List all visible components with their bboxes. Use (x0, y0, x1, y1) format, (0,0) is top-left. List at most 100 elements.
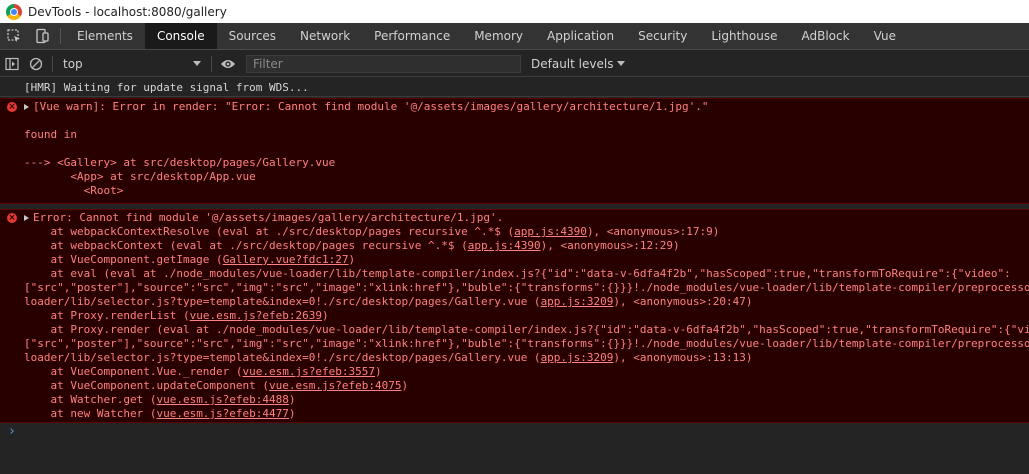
stack-frame: at eval (eval at ./node_modules/vue-load… (24, 267, 1029, 281)
stack-frame-text: loader/lib/selector.js?type=template&ind… (24, 295, 541, 308)
clear-console-icon[interactable] (24, 51, 48, 77)
stack-frame-text: at webpackContext (eval at ./src/desktop… (24, 239, 468, 252)
vue-warn-line-text: ---> <Gallery> at src/desktop/pages/Gall… (24, 156, 336, 169)
expand-triangle-icon (24, 104, 29, 110)
vue-warn-line: ---> <Gallery> at src/desktop/pages/Gall… (24, 156, 1029, 170)
stack-frame: at VueComponent.updateComponent (vue.esm… (24, 379, 1029, 393)
stack-frame-suffix: ) (375, 365, 382, 378)
expand-triangle-icon (24, 215, 29, 221)
stack-frame: ["src","poster"],"source":"src","img":"s… (24, 337, 1029, 351)
eye-icon[interactable] (216, 51, 240, 77)
console-output: [HMR] Waiting for update signal from WDS… (0, 78, 1029, 474)
inspect-element-icon[interactable] (0, 23, 28, 49)
stack-frame-suffix: ) (288, 407, 296, 420)
chevron-down-icon (617, 60, 626, 66)
source-link[interactable]: app.js:3209 (541, 295, 614, 308)
stack-frame-text: at VueComponent.updateComponent ( (24, 379, 270, 392)
source-link[interactable]: app.js:3209 (541, 351, 614, 364)
console-message-error[interactable]: × [Vue warn]: Error in render: "Error: C… (0, 98, 1029, 204)
source-link[interactable]: vue.esm.js?efeb:2639 (190, 309, 322, 322)
toolbar-divider (211, 55, 212, 72)
console-toolbar: top Default levels (0, 51, 1029, 77)
tab-vue[interactable]: Vue (862, 23, 908, 49)
stack-frame-text: at VueComponent.getImage ( (24, 253, 223, 266)
stack-frame-suffix: ), <anonymous>:20:47) (613, 295, 753, 308)
tab-application[interactable]: Application (535, 23, 626, 49)
tab-memory[interactable]: Memory (462, 23, 535, 49)
source-link[interactable]: vue.esm.js?efeb:4075 (269, 379, 401, 392)
tab-performance[interactable]: Performance (362, 23, 462, 49)
vue-warn-message: [Vue warn]: Error in render: "Error: Can… (24, 100, 1029, 198)
stack-frame-text: at Proxy.render (eval at ./node_modules/… (24, 323, 1029, 336)
tab-bar-divider (60, 28, 61, 44)
prompt-chevron-icon: › (8, 424, 16, 439)
vue-warn-line: [Vue warn]: Error in render: "Error: Can… (24, 100, 1029, 114)
tab-lighthouse[interactable]: Lighthouse (699, 23, 789, 49)
console-message-error[interactable]: × Error: Cannot find module '@/assets/im… (0, 209, 1029, 423)
tab-elements[interactable]: Elements (65, 23, 145, 49)
source-link[interactable]: vue.esm.js?efeb:3557 (243, 365, 375, 378)
window-title: DevTools - localhost:8080/gallery (28, 4, 227, 19)
vue-warn-line-text: <Root> (24, 184, 124, 197)
context-selector[interactable]: top (57, 54, 207, 74)
error-headline[interactable]: Error: Cannot find module '@/assets/imag… (24, 211, 1029, 225)
log-levels-dropdown[interactable]: Default levels (531, 56, 626, 71)
source-link[interactable]: vue.esm.js?efeb:4477 (156, 407, 288, 420)
vue-warn-line-text: found in (24, 128, 77, 141)
stack-frame-text: ["src","poster"],"source":"src","img":"s… (24, 337, 1029, 350)
sidebar-toggle-icon[interactable] (0, 51, 24, 77)
tab-adblock[interactable]: AdBlock (790, 23, 862, 49)
stack-frame: ["src","poster"],"source":"src","img":"s… (24, 281, 1029, 295)
log-levels-label: Default levels (531, 56, 614, 71)
stack-frame: at VueComponent.Vue._render (vue.esm.js?… (24, 365, 1029, 379)
stack-frame-suffix: ) (288, 393, 296, 406)
chrome-logo-icon (6, 3, 22, 20)
tab-security[interactable]: Security (626, 23, 699, 49)
vue-warn-line: found in (24, 128, 1029, 142)
stack-frame-suffix: ), <anonymous>:12:29) (540, 239, 680, 252)
tab-network[interactable]: Network (288, 23, 362, 49)
vue-warn-line: <Root> (24, 184, 1029, 198)
vue-warn-line-text: [Vue warn]: Error in render: "Error: Can… (33, 100, 709, 113)
vue-warn-line-text: <App> at src/desktop/App.vue (24, 170, 256, 183)
stack-frame-text: at webpackContextResolve (eval at ./src/… (24, 225, 515, 238)
stack-frame-text: at eval (eval at ./node_modules/vue-load… (24, 267, 1011, 280)
tab-list: Elements Console Sources Network Performance… (65, 23, 908, 49)
error-headline-text: Error: Cannot find module '@/assets/imag… (33, 211, 504, 224)
error-stack-trace: at webpackContextResolve (eval at ./src/… (24, 225, 1029, 421)
stack-frame-text: loader/lib/selector.js?type=template&ind… (24, 351, 541, 364)
stack-frame-suffix: ), <anonymous>:13:13) (613, 351, 753, 364)
vue-warn-line: <App> at src/desktop/App.vue (24, 170, 1029, 184)
stack-frame: at webpackContext (eval at ./src/desktop… (24, 239, 1029, 253)
source-link[interactable]: app.js:4390 (514, 225, 587, 238)
stack-frame: at webpackContextResolve (eval at ./src/… (24, 225, 1029, 239)
source-link[interactable]: app.js:4390 (468, 239, 541, 252)
stack-frame: loader/lib/selector.js?type=template&ind… (24, 351, 1029, 365)
stack-frame-suffix: ), <anonymous>:17:9) (586, 225, 720, 238)
tab-sources[interactable]: Sources (217, 23, 288, 49)
stack-frame-text: at Watcher.get ( (24, 393, 157, 406)
vue-warn-line (24, 142, 1029, 156)
stack-frame-suffix: ) (348, 253, 356, 266)
stack-frame-suffix: ) (322, 309, 329, 322)
devtools-tab-bar: Elements Console Sources Network Performance… (0, 23, 1029, 50)
stack-frame-text: at Proxy.renderList ( (24, 309, 190, 322)
stack-frame-text: at VueComponent.Vue._render ( (24, 365, 243, 378)
context-value: top (63, 56, 83, 71)
stack-frame-suffix: ) (401, 379, 409, 392)
error-icon: × (7, 102, 17, 112)
source-link[interactable]: vue.esm.js?efeb:4488 (156, 393, 288, 406)
info-message-text: [HMR] Waiting for update signal from WDS… (24, 81, 309, 94)
stack-frame-text: at new Watcher ( (24, 407, 157, 420)
tab-console[interactable]: Console (144, 23, 217, 49)
console-prompt[interactable]: › (0, 423, 1029, 441)
stack-frame: loader/lib/selector.js?type=template&ind… (24, 295, 1029, 309)
chevron-down-icon (193, 60, 201, 66)
device-toolbar-icon[interactable] (28, 23, 56, 49)
stack-frame: at new Watcher (vue.esm.js?efeb:4477) (24, 407, 1029, 421)
console-message-info: [HMR] Waiting for update signal from WDS… (0, 78, 1029, 97)
filter-input[interactable] (246, 54, 521, 73)
window-titlebar: DevTools - localhost:8080/gallery (0, 0, 1029, 23)
source-link[interactable]: Gallery.vue?fdc1:27 (223, 253, 349, 266)
vue-warn-line (24, 114, 1029, 128)
